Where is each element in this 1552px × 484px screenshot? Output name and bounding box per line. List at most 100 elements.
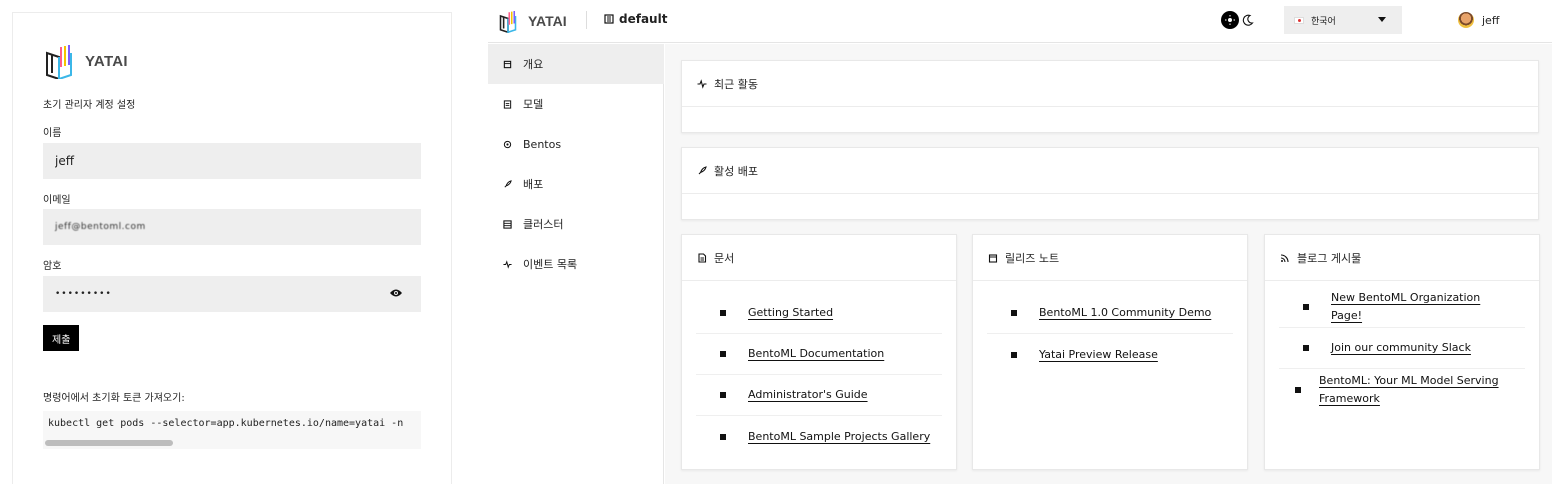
list-item: BentoML Documentation — [696, 334, 942, 375]
blog-link-ml-serving-framework[interactable]: BentoML: Your ML Model Serving Framework — [1319, 372, 1515, 408]
sun-icon[interactable] — [1221, 11, 1239, 29]
bento-icon — [503, 140, 512, 148]
docs-link-administrators-guide[interactable]: Administrator's Guide — [748, 386, 868, 404]
password-value: ••••••••• — [55, 289, 112, 299]
password-label: 암호 — [43, 261, 62, 272]
list-item: BentoML Sample Projects Gallery — [696, 416, 942, 457]
header-divider — [586, 11, 587, 29]
card-title: 활성 배포 — [714, 164, 758, 178]
sidebar-item-clusters[interactable]: 클러스터 — [488, 204, 664, 244]
calendar-icon — [988, 253, 998, 263]
bullet — [720, 310, 726, 316]
sidebar-item-label: 모델 — [523, 98, 544, 111]
bullet — [720, 392, 726, 398]
rss-icon — [1280, 253, 1289, 262]
sidebar-item-label: 배포 — [523, 178, 544, 191]
header-logo[interactable]: YATAI — [498, 9, 567, 33]
email-value: jeff@bentoml.com — [55, 222, 146, 232]
card-header: 활성 배포 — [682, 148, 1538, 194]
moon-icon[interactable] — [1242, 14, 1254, 26]
name-label: 이름 — [43, 128, 62, 139]
org-switcher[interactable]: default — [604, 12, 667, 26]
korea-flag-icon — [1294, 16, 1304, 24]
setup-brand: YATAI — [85, 52, 128, 70]
language-select[interactable]: 한국어 — [1284, 6, 1402, 34]
list-item: Administrator's Guide — [696, 375, 942, 416]
theme-toggle[interactable] — [1221, 11, 1254, 29]
eye-icon[interactable] — [389, 288, 403, 298]
command-text: kubectl get pods --selector=app.kubernet… — [48, 418, 404, 429]
yatai-logo-icon — [499, 11, 517, 33]
email-label: 이메일 — [43, 195, 71, 206]
card-header: 최근 활동 — [682, 61, 1538, 107]
avatar — [1458, 12, 1474, 28]
recent-activity-card: 최근 활동 — [681, 60, 1539, 133]
sidebar-item-overview[interactable]: 개요 — [488, 44, 664, 84]
release-notes-card: 릴리즈 노트 BentoML 1.0 Community Demo Yatai … — [972, 234, 1248, 470]
language-value: 한국어 — [1311, 16, 1336, 27]
main-content: 최근 활동 활성 배포 문서 Getting Started BentoML D… — [665, 44, 1552, 484]
org-name: default — [619, 12, 668, 26]
list-item: Getting Started — [696, 293, 942, 334]
email-field[interactable]: jeff@bentoml.com — [43, 209, 421, 245]
docs-link-sample-projects[interactable]: BentoML Sample Projects Gallery — [748, 428, 930, 446]
sidebar: 개요 모델 Bentos 배포 클러스터 이벤트 목록 — [488, 44, 664, 484]
sidebar-item-deployments[interactable]: 배포 — [488, 164, 664, 204]
blog-card: 블로그 게시물 New BentoML Organization Page! J… — [1264, 234, 1540, 470]
card-title: 블로그 게시물 — [1297, 251, 1362, 265]
docs-link-list: Getting Started BentoML Documentation Ad… — [682, 281, 956, 457]
user-menu[interactable]: jeff — [1458, 12, 1499, 28]
command-scrollbar[interactable] — [45, 440, 173, 446]
release-link-community-demo[interactable]: BentoML 1.0 Community Demo — [1039, 304, 1211, 322]
blog-link-community-slack[interactable]: Join our community Slack — [1331, 339, 1471, 357]
building-icon — [604, 14, 614, 24]
rocket-icon — [504, 179, 512, 188]
model-icon — [503, 99, 512, 109]
docs-link-bentoml-documentation[interactable]: BentoML Documentation — [748, 345, 884, 363]
name-field-wrapper — [43, 143, 421, 179]
submit-button[interactable]: 제출 — [43, 325, 80, 351]
command-label: 명령어에서 초기화 토큰 가져오기: — [43, 393, 185, 404]
blog-link-list: New BentoML Organization Page! Join our … — [1265, 281, 1539, 410]
top-header: YATAI default 한국어 jeff — [488, 0, 1552, 43]
sidebar-item-label: 이벤트 목록 — [523, 258, 578, 271]
list-item: BentoML 1.0 Community Demo — [987, 293, 1233, 334]
release-link-yatai-preview[interactable]: Yatai Preview Release — [1039, 346, 1158, 364]
overview-icon — [503, 60, 512, 68]
header-brand: YATAI — [528, 13, 567, 29]
rocket-icon — [698, 165, 707, 174]
document-icon — [698, 252, 707, 263]
yatai-logo-icon — [46, 45, 72, 79]
card-header: 블로그 게시물 — [1265, 235, 1539, 281]
list-item: BentoML: Your ML Model Serving Framework — [1279, 369, 1525, 410]
list-item: New BentoML Organization Page! — [1279, 287, 1525, 328]
setup-title: 초기 관리자 계정 설정 — [43, 100, 136, 111]
sidebar-item-models[interactable]: 모델 — [488, 84, 664, 124]
cluster-icon — [503, 219, 512, 229]
sidebar-item-label: Bentos — [523, 137, 562, 151]
docs-card: 문서 Getting Started BentoML Documentation… — [681, 234, 957, 470]
bullet — [720, 351, 726, 357]
release-notes-link-list: BentoML 1.0 Community Demo Yatai Preview… — [973, 281, 1247, 375]
bullet — [1303, 304, 1309, 310]
card-title: 최근 활동 — [714, 77, 758, 91]
setup-panel: YATAI 초기 관리자 계정 설정 이름 이메일 jeff@bentoml.c… — [12, 12, 452, 484]
docs-link-getting-started[interactable]: Getting Started — [748, 304, 833, 322]
command-box: kubectl get pods --selector=app.kubernet… — [43, 411, 421, 449]
sidebar-item-label: 클러스터 — [523, 218, 564, 231]
password-field[interactable]: ••••••••• — [43, 276, 421, 312]
username: jeff — [1482, 13, 1500, 27]
sidebar-item-label: 개요 — [523, 58, 544, 71]
bullet — [1303, 345, 1309, 351]
active-deployments-card: 활성 배포 — [681, 147, 1539, 220]
activity-icon — [697, 78, 707, 89]
setup-logo: YATAI — [43, 43, 128, 79]
blog-link-organization-page[interactable]: New BentoML Organization Page! — [1331, 289, 1495, 325]
card-title: 릴리즈 노트 — [1005, 251, 1060, 265]
list-item: Yatai Preview Release — [987, 334, 1233, 375]
sidebar-item-events[interactable]: 이벤트 목록 — [488, 244, 664, 284]
name-field[interactable] — [55, 154, 385, 168]
card-header: 릴리즈 노트 — [973, 235, 1247, 281]
sidebar-item-bentos[interactable]: Bentos — [488, 124, 664, 164]
bullet — [1011, 310, 1017, 316]
